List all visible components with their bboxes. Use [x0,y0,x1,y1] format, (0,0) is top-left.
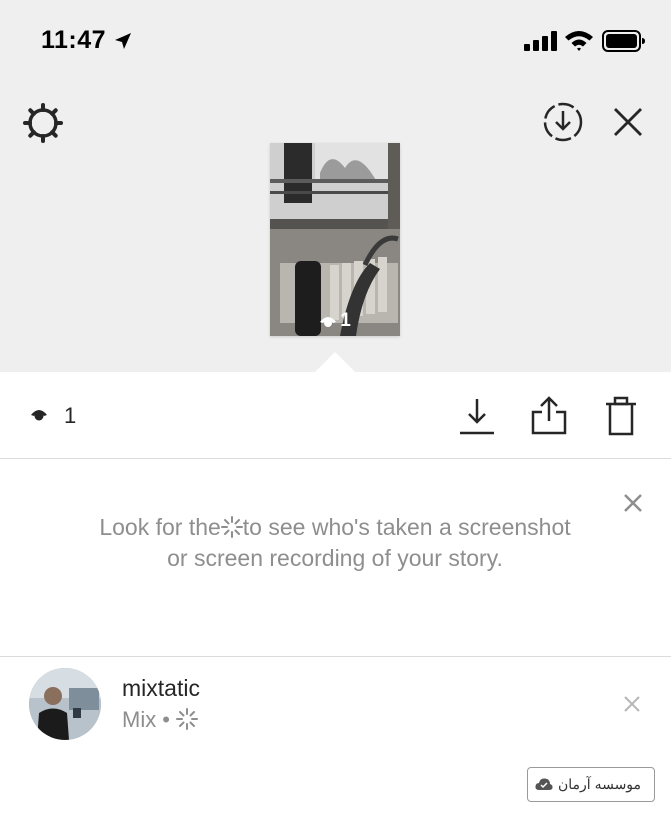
viewer-username[interactable]: mixtatic [122,675,200,702]
status-time: 11:47 [41,26,107,54]
screenshot-spark-icon [220,516,243,538]
close-icon[interactable] [622,694,642,714]
story-thumbnail[interactable]: 1 [270,143,400,336]
battery-icon [602,30,645,52]
status-bar: 11:47 [0,0,671,80]
avatar[interactable] [29,668,101,740]
gear-icon[interactable] [22,102,64,144]
trash-icon[interactable] [603,396,639,436]
story-photo [270,143,400,336]
cloud-icon [535,778,553,790]
screenshot-tip: Look for the to see who's taken a screens… [0,459,671,657]
share-icon[interactable] [529,394,569,436]
story-action-bar: 1 [0,372,671,459]
eye-icon [320,317,337,327]
watermark-text: موسسه آرمان [558,776,642,792]
close-icon[interactable] [622,492,644,514]
screenshot-spark-icon [175,708,198,730]
viewer-subline: Mix • [122,707,198,733]
tip-message: Look for the to see who's taken a screens… [99,514,571,571]
thumbnail-view-count: 1 [270,310,400,332]
download-icon[interactable] [458,396,496,436]
viewer-row[interactable]: mixtatic Mix • [0,657,671,757]
signal-icon [524,31,557,51]
download-circle-icon[interactable] [541,100,585,144]
view-count[interactable]: 1 [64,403,76,429]
close-icon[interactable] [610,104,646,140]
eye-icon [31,410,47,421]
preview-pointer [314,352,356,373]
watermark: موسسه آرمان [527,767,655,802]
location-arrow-icon [115,33,131,49]
wifi-icon [565,31,593,51]
